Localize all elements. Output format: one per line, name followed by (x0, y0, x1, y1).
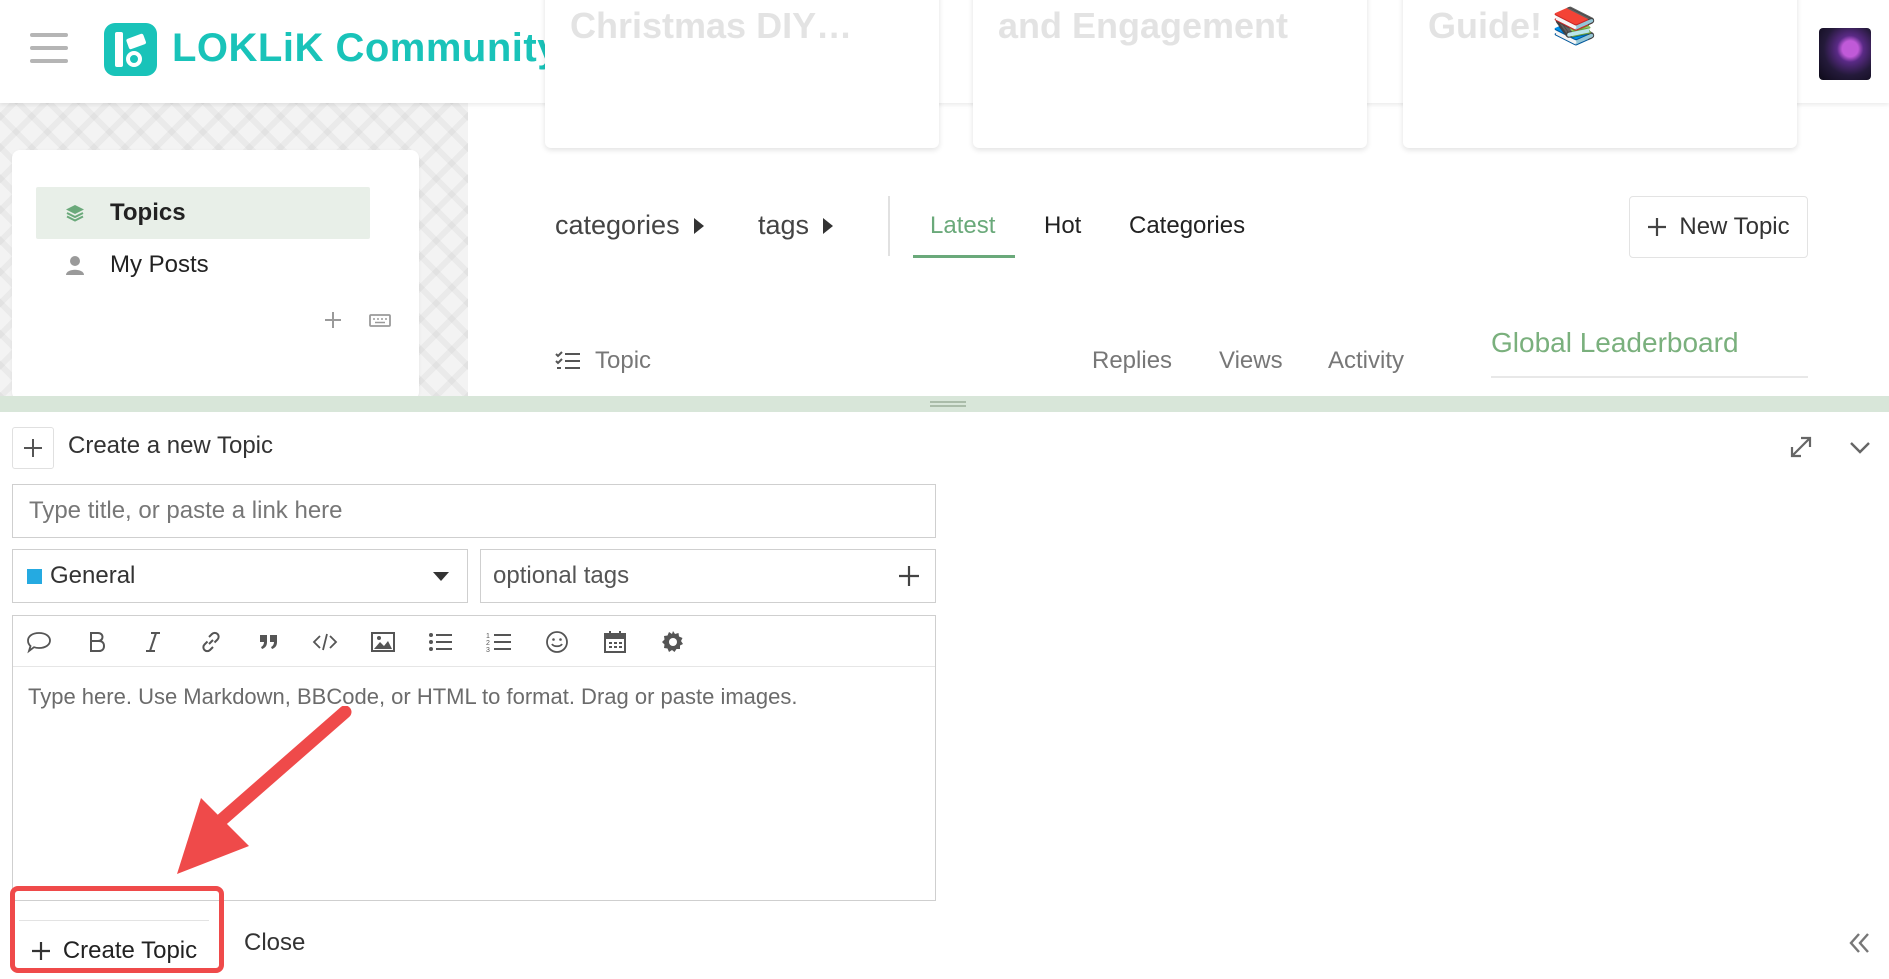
add-section-icon[interactable] (323, 310, 343, 335)
caret-down-icon (433, 572, 449, 581)
featured-topic-card[interactable]: Guide! 📚 (1403, 0, 1797, 148)
composer-title: Create a new Topic (68, 432, 274, 459)
post-editor: 123 (12, 615, 936, 901)
sidebar-panel: Topics My Posts (12, 150, 419, 400)
expand-icon[interactable] (1786, 432, 1816, 462)
image-icon[interactable] (367, 626, 399, 658)
tab-categories[interactable]: Categories (1129, 212, 1245, 240)
link-icon[interactable] (195, 626, 227, 658)
hamburger-menu-icon[interactable] (30, 33, 68, 67)
caret-right-icon (823, 217, 834, 234)
featured-topic-card[interactable]: and Engagement (973, 0, 1367, 148)
activity-column-header[interactable]: Activity (1328, 347, 1404, 375)
topic-header-label: Topic (595, 347, 652, 374)
numbered-list-icon[interactable]: 123 (483, 626, 515, 658)
tab-latest[interactable]: Latest (930, 212, 995, 240)
grip-handle-icon[interactable] (930, 401, 966, 407)
tags-dropdown-label: tags (758, 210, 810, 240)
annotation-arrow-icon (177, 706, 352, 874)
tab-hot[interactable]: Hot (1044, 212, 1081, 240)
new-topic-label: New Topic (1679, 213, 1790, 240)
sidebar-item-my-posts[interactable]: My Posts (36, 239, 370, 291)
category-color-swatch (27, 568, 42, 584)
featured-topic-card[interactable]: Christmas DIY… (545, 0, 939, 148)
layers-icon (64, 202, 86, 224)
logo-icon[interactable] (104, 23, 157, 76)
plus-icon (1648, 218, 1667, 236)
chevron-down-icon[interactable] (1845, 432, 1875, 462)
caret-right-icon (693, 217, 704, 234)
categories-dropdown-label: categories (555, 210, 680, 240)
sidebar-item-label: My Posts (110, 251, 209, 278)
sidebar-item-label: Topics (110, 199, 186, 226)
tags-input[interactable]: optional tags (480, 549, 936, 603)
nav-divider (888, 196, 890, 256)
site-header: LOKLiK Community Christmas DIY… and Enga… (0, 0, 1889, 148)
create-topic-label: Create Topic (62, 936, 198, 964)
double-chevron-left-icon[interactable] (1845, 929, 1873, 957)
bold-icon[interactable] (81, 626, 113, 658)
post-body-textarea[interactable] (13, 668, 935, 900)
composer-action-button[interactable] (12, 427, 54, 469)
replies-column-header[interactable]: Replies (1092, 347, 1172, 375)
active-tab-indicator (913, 255, 1015, 258)
user-avatar[interactable] (1819, 28, 1871, 80)
featured-topic-title: and Engagement (998, 5, 1289, 46)
category-select[interactable]: General (12, 549, 468, 603)
emoji-icon[interactable] (541, 626, 573, 658)
topic-title-input[interactable] (12, 484, 936, 538)
svg-text:3: 3 (486, 647, 490, 654)
sidebar-tools (323, 310, 391, 335)
calendar-icon[interactable] (599, 626, 631, 658)
blockquote-icon[interactable] (253, 626, 285, 658)
navigation-bar: categories tags Latest Hot Categories (555, 196, 1810, 260)
global-leaderboard-title[interactable]: Global Leaderboard (1491, 327, 1739, 359)
plus-icon[interactable] (897, 564, 921, 588)
code-icon[interactable] (309, 626, 341, 658)
create-topic-button[interactable]: Create Topic (19, 920, 209, 979)
editor-toolbar: 123 (13, 616, 935, 667)
sidebar-item-topics[interactable]: Topics (36, 187, 370, 239)
topic-composer: Create a new Topic General optional tags (0, 396, 1889, 979)
topic-column-header[interactable]: Topic (555, 347, 651, 375)
featured-topic-title: Guide! 📚 (1428, 5, 1597, 46)
tags-placeholder: optional tags (493, 562, 630, 589)
tags-dropdown[interactable]: tags (758, 210, 834, 241)
svg-text:1: 1 (486, 633, 490, 640)
user-icon (64, 254, 86, 276)
new-topic-button[interactable]: New Topic (1629, 196, 1808, 258)
composer-resize-bar[interactable] (0, 396, 1889, 412)
bullet-list-icon[interactable] (425, 626, 457, 658)
plus-icon (24, 439, 42, 457)
bulk-select-icon (555, 351, 580, 369)
site-brand[interactable]: LOKLiK Community (172, 26, 560, 71)
plus-icon (31, 941, 50, 960)
close-composer-button[interactable]: Close (244, 929, 305, 957)
svg-text:2: 2 (486, 640, 490, 647)
views-column-header[interactable]: Views (1219, 347, 1283, 375)
gear-icon[interactable] (657, 626, 689, 658)
featured-topic-title: Christmas DIY… (570, 5, 853, 46)
leaderboard-divider (1491, 376, 1808, 378)
italic-icon[interactable] (137, 626, 169, 658)
quote-bubble-icon[interactable] (23, 626, 55, 658)
keyboard-icon[interactable] (369, 310, 391, 335)
category-select-value: General (50, 562, 136, 589)
categories-dropdown[interactable]: categories (555, 210, 704, 241)
